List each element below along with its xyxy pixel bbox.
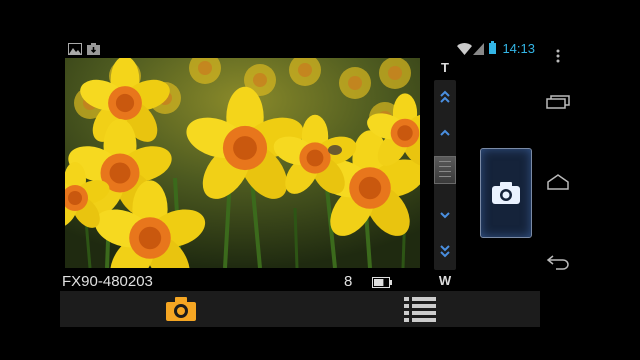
clock: 14:13: [502, 41, 535, 56]
camera-preview[interactable]: [65, 58, 420, 268]
remaining-shots: 8: [344, 273, 353, 290]
home-icon: [547, 174, 569, 190]
camera-model-name: FX90-480203: [62, 273, 153, 290]
zoom-slider[interactable]: [434, 80, 456, 270]
recent-apps-icon: [546, 95, 570, 109]
zoom-out-fast-button[interactable]: [434, 238, 456, 264]
zoom-control: T W: [432, 58, 458, 288]
signal-icon: [473, 42, 484, 60]
camera-icon: [166, 297, 196, 321]
zoom-tele-label: T: [441, 60, 449, 75]
zoom-thumb[interactable]: [434, 156, 456, 184]
daffodils-image: [65, 58, 420, 268]
overflow-menu-icon: [556, 49, 560, 63]
menu-button[interactable]: [402, 295, 438, 323]
battery-icon: [489, 41, 496, 59]
home-button[interactable]: [540, 168, 576, 196]
wifi-icon: [457, 42, 472, 60]
camera-icon: [492, 182, 520, 204]
zoom-wide-label: W: [438, 273, 452, 288]
chevron-up-icon: [440, 129, 450, 136]
zoom-out-button[interactable]: [434, 202, 456, 228]
overflow-menu-button[interactable]: [540, 42, 576, 70]
recent-apps-button[interactable]: [540, 88, 576, 116]
bottom-bar: [60, 291, 540, 327]
zoom-in-fast-button[interactable]: [434, 84, 456, 110]
list-menu-icon: [404, 297, 436, 322]
shutter-button[interactable]: [480, 148, 532, 238]
double-chevron-up-icon: [440, 90, 450, 103]
zoom-in-button[interactable]: [434, 120, 456, 146]
status-bar: 14:13: [60, 40, 540, 57]
back-button[interactable]: [540, 248, 576, 276]
camera-mode-button[interactable]: [164, 294, 198, 324]
chevron-down-icon: [440, 212, 450, 219]
double-chevron-down-icon: [440, 245, 450, 258]
back-icon: [546, 255, 569, 270]
